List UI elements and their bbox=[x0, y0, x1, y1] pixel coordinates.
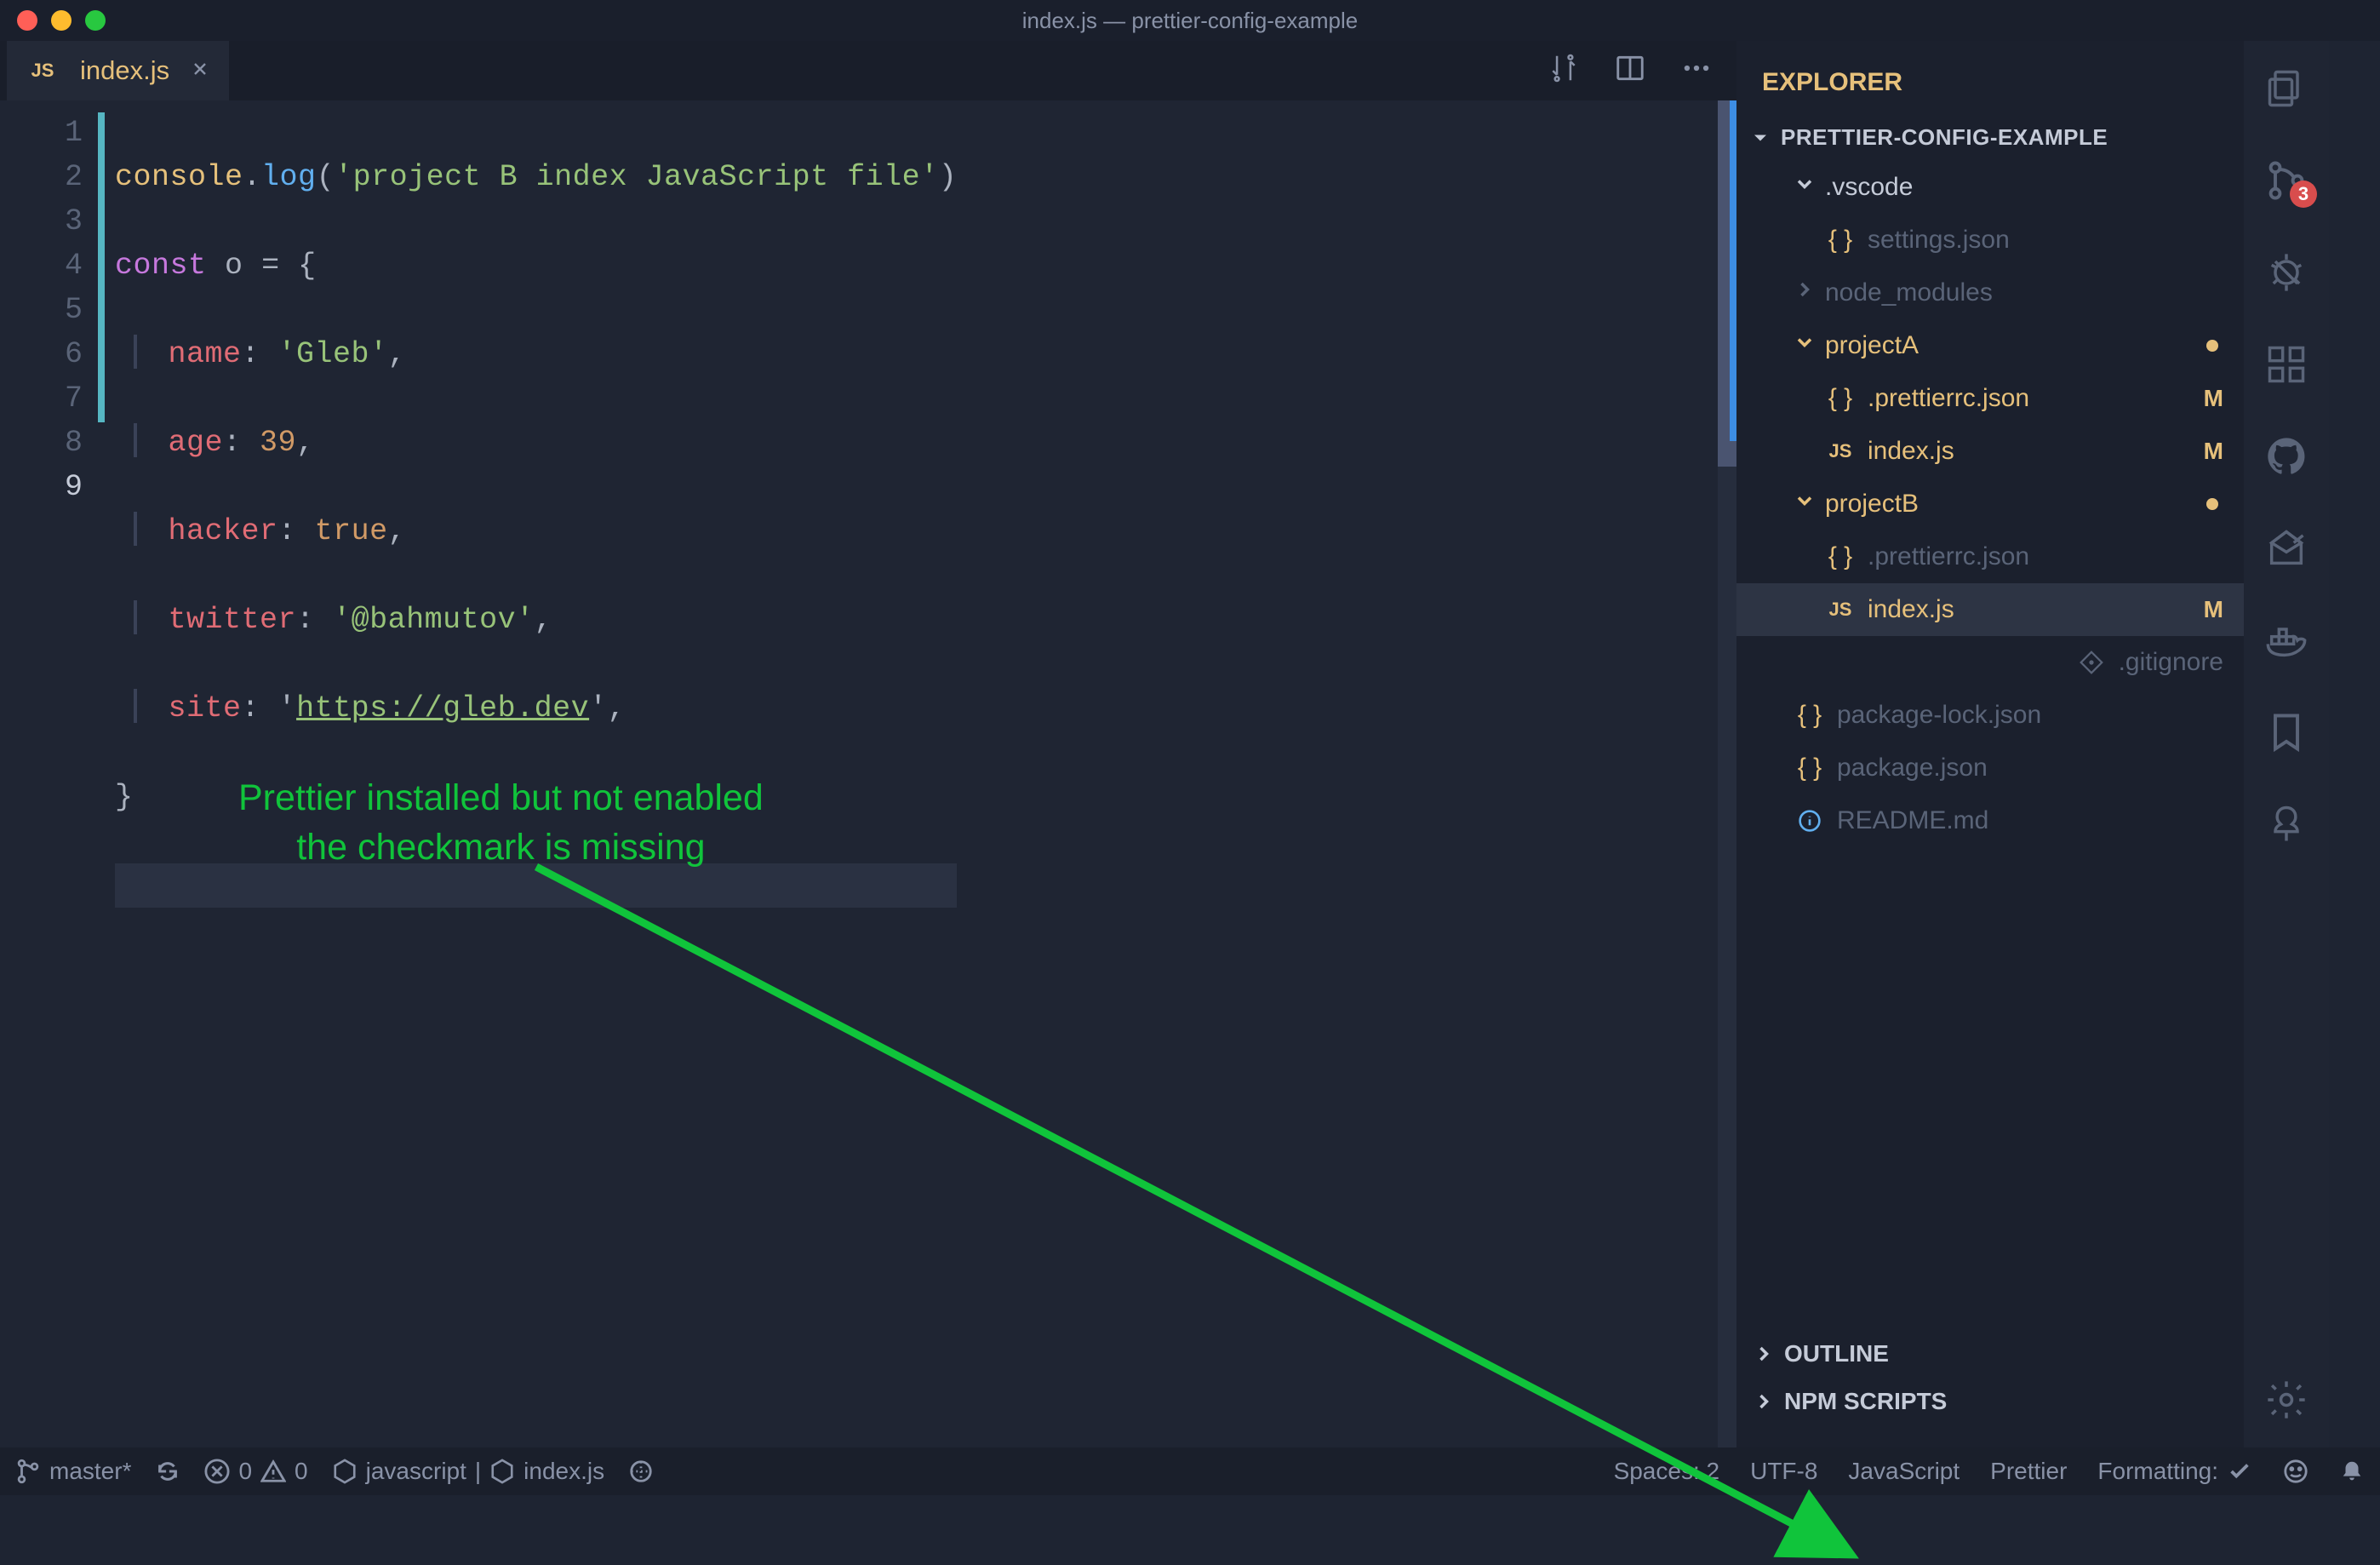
share-icon[interactable] bbox=[2264, 526, 2308, 570]
git-status-dot bbox=[2206, 340, 2218, 352]
json-file-icon: { } bbox=[1823, 384, 1857, 413]
folder-item[interactable]: node_modules bbox=[1736, 267, 2244, 319]
folder-item[interactable]: .vscode bbox=[1736, 161, 2244, 214]
js-file-icon: JS bbox=[1823, 440, 1857, 462]
file-item[interactable]: JS index.js M bbox=[1736, 425, 2244, 478]
tree-item-label: package-lock.json bbox=[1837, 701, 2041, 730]
line-number-gutter: 1 2 3 4 5 6 7 8 9 bbox=[0, 100, 98, 1447]
more-actions-icon[interactable] bbox=[1680, 52, 1713, 90]
git-branch-status[interactable]: master* bbox=[15, 1458, 131, 1485]
line-number: 6 bbox=[0, 332, 83, 376]
tree-item-label: .prettierrc.json bbox=[1868, 384, 2029, 413]
tab-index-js[interactable]: JS index.js bbox=[7, 41, 229, 100]
file-item[interactable]: JS index.js M bbox=[1736, 583, 2244, 636]
bookmark-icon[interactable] bbox=[2264, 710, 2308, 754]
gitignore-icon bbox=[2074, 651, 2108, 674]
js-file-icon: JS bbox=[1823, 599, 1857, 621]
git-gutter bbox=[98, 100, 105, 1447]
git-status-badge: M bbox=[2204, 385, 2223, 412]
git-status-badge: M bbox=[2204, 596, 2223, 623]
line-number: 4 bbox=[0, 244, 83, 288]
folder-item[interactable]: projectB bbox=[1736, 478, 2244, 530]
sync-status[interactable] bbox=[155, 1459, 180, 1484]
file-item[interactable]: { } .prettierrc.json M bbox=[1736, 372, 2244, 425]
line-number: 8 bbox=[0, 421, 83, 465]
workspace-root[interactable]: PRETTIER-CONFIG-EXAMPLE bbox=[1736, 118, 2244, 158]
extensions-icon[interactable] bbox=[2264, 342, 2308, 387]
json-file-icon: { } bbox=[1793, 701, 1827, 730]
file-item[interactable]: { } .prettierrc.json bbox=[1736, 530, 2244, 583]
tree-item-label: projectB bbox=[1825, 490, 1919, 519]
title-bar: index.js — prettier-config-example bbox=[0, 0, 2380, 41]
tree-item-label: package.json bbox=[1837, 754, 1988, 782]
formatting-status[interactable]: Formatting: bbox=[2097, 1458, 2252, 1485]
file-item[interactable]: { } package-lock.json bbox=[1736, 689, 2244, 742]
prettier-status[interactable]: Prettier bbox=[1990, 1458, 2067, 1485]
tab-label: index.js bbox=[80, 55, 169, 86]
editor-group: JS index.js 1 2 bbox=[0, 41, 1736, 1447]
feedback-status[interactable] bbox=[2283, 1459, 2308, 1484]
window-title: index.js — prettier-config-example bbox=[0, 8, 2380, 34]
tree-item-label: settings.json bbox=[1868, 226, 2010, 255]
file-tree: .vscode { } settings.json node_modulesproje… bbox=[1736, 158, 2244, 851]
debug-icon[interactable] bbox=[2264, 250, 2308, 295]
tree-item-label: node_modules bbox=[1825, 278, 1993, 307]
tab-bar: JS index.js bbox=[0, 41, 1736, 100]
chevron-down-icon bbox=[1793, 489, 1816, 519]
tree-item-label: index.js bbox=[1868, 595, 1954, 624]
explorer-title: EXPLORER bbox=[1736, 54, 2244, 118]
chevron-down-icon bbox=[1793, 330, 1816, 361]
json-file-icon: { } bbox=[1823, 226, 1857, 255]
scm-badge: 3 bbox=[2290, 181, 2317, 208]
notifications-status[interactable] bbox=[2339, 1459, 2365, 1484]
line-number: 2 bbox=[0, 155, 83, 199]
tree-icon[interactable] bbox=[2264, 802, 2308, 846]
settings-gear-icon[interactable] bbox=[2264, 1378, 2308, 1422]
line-number: 5 bbox=[0, 288, 83, 332]
json-file-icon: { } bbox=[1823, 542, 1857, 571]
annotation-text: Prettier installed but not enabled the c… bbox=[238, 773, 764, 872]
file-item[interactable]: { } package.json bbox=[1736, 742, 2244, 794]
source-control-icon[interactable]: 3 bbox=[2264, 158, 2308, 203]
tree-item-label: .gitignore bbox=[2119, 648, 2223, 677]
annotation-arrow bbox=[528, 858, 1864, 1565]
checkmark-icon bbox=[2227, 1459, 2252, 1484]
line-number: 1 bbox=[0, 111, 83, 155]
file-item[interactable]: { } settings.json bbox=[1736, 214, 2244, 267]
split-editor-icon[interactable] bbox=[1614, 52, 1646, 90]
problems-status[interactable]: 0 0 bbox=[204, 1458, 307, 1485]
editor-body[interactable]: 1 2 3 4 5 6 7 8 9 console.log('project B… bbox=[0, 100, 1736, 1447]
file-item[interactable]: .gitignore bbox=[1736, 636, 2244, 689]
line-number: 7 bbox=[0, 376, 83, 421]
json-file-icon: { } bbox=[1793, 754, 1827, 782]
close-tab-icon[interactable] bbox=[190, 55, 210, 86]
git-status-dot bbox=[2206, 498, 2218, 510]
activity-bar: 3 bbox=[2244, 41, 2329, 1447]
language-mode-status[interactable]: JavaScript bbox=[1848, 1458, 1959, 1485]
files-icon[interactable] bbox=[2264, 66, 2308, 111]
tree-item-label: index.js bbox=[1868, 437, 1954, 466]
tree-item-label: .vscode bbox=[1825, 173, 1913, 202]
tree-item-label: projectA bbox=[1825, 331, 1919, 360]
js-file-icon: JS bbox=[26, 60, 60, 82]
compare-icon[interactable] bbox=[1548, 52, 1580, 90]
chevron-right-icon bbox=[1793, 278, 1816, 308]
git-status-badge: M bbox=[2204, 438, 2223, 465]
tree-item-label: .prettierrc.json bbox=[1868, 542, 2029, 571]
github-icon[interactable] bbox=[2264, 434, 2308, 479]
editor-actions bbox=[1548, 52, 1730, 90]
line-number: 9 bbox=[0, 465, 83, 509]
folder-item[interactable]: projectA bbox=[1736, 319, 2244, 372]
docker-icon[interactable] bbox=[2264, 618, 2308, 662]
info-icon bbox=[1793, 809, 1827, 833]
tree-item-label: README.md bbox=[1837, 806, 1988, 835]
file-item[interactable]: README.md bbox=[1736, 794, 2244, 847]
chevron-down-icon bbox=[1793, 172, 1816, 203]
chevron-down-icon bbox=[1748, 126, 1772, 150]
line-number: 3 bbox=[0, 199, 83, 244]
